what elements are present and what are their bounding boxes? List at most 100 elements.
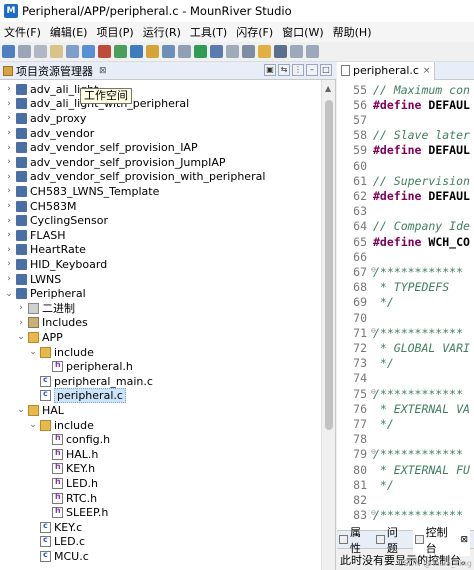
tree-item[interactable]: ⌄ APP bbox=[0, 330, 63, 345]
chevron-right-icon[interactable]: › bbox=[4, 186, 14, 196]
bottom-tab[interactable]: 问题 bbox=[375, 524, 409, 556]
minimize-icon[interactable]: – bbox=[306, 64, 318, 76]
chevron-down-icon[interactable]: ⌄ bbox=[16, 405, 26, 415]
view-menu-icon[interactable]: ⋮ bbox=[292, 64, 304, 76]
tree-item[interactable]: › HID_Keyboard bbox=[0, 257, 107, 272]
menu-edit[interactable]: 编辑(E) bbox=[50, 24, 88, 40]
chevron-right-icon[interactable]: › bbox=[4, 143, 14, 153]
maximize-icon[interactable]: □ bbox=[320, 64, 332, 76]
code-editor[interactable]: 55 // Maximum con 56 #define DEFAUL 57 58 // S… bbox=[337, 80, 474, 530]
menu-flash[interactable]: 闪存(F) bbox=[236, 24, 273, 40]
menu-project[interactable]: 项目(P) bbox=[96, 24, 133, 40]
tree-item[interactable]: › adv_vendor_self_provision_JumpIAP bbox=[0, 155, 225, 170]
tree-item[interactable]: › CH583_LWNS_Template bbox=[0, 184, 159, 199]
target-icon[interactable] bbox=[162, 45, 175, 58]
fold-toggle-icon[interactable]: ⊖ bbox=[371, 508, 376, 517]
chevron-right-icon[interactable]: › bbox=[4, 84, 14, 94]
nav-icon[interactable] bbox=[274, 45, 287, 58]
chevron-right-icon[interactable]: › bbox=[4, 172, 14, 182]
save-all-icon[interactable] bbox=[34, 45, 47, 58]
chevron-down-icon[interactable]: ⌄ bbox=[16, 332, 26, 342]
tree-item[interactable]: › CyclingSensor bbox=[0, 213, 108, 228]
back-icon[interactable] bbox=[290, 45, 303, 58]
chevron-right-icon[interactable]: › bbox=[4, 245, 14, 255]
chevron-down-icon[interactable]: ⌄ bbox=[4, 289, 14, 299]
tree-item[interactable]: ⌄ include bbox=[0, 345, 94, 360]
tree-item[interactable]: MCU.c bbox=[0, 549, 89, 564]
terminal-icon[interactable] bbox=[226, 45, 239, 58]
tree-item[interactable]: RTC.h bbox=[0, 491, 97, 506]
chevron-right-icon[interactable]: › bbox=[16, 303, 26, 313]
chevron-down-icon[interactable]: ⌄ bbox=[28, 347, 38, 357]
tree-item[interactable]: ⌄ HAL bbox=[0, 403, 64, 418]
fold-toggle-icon[interactable]: ⊖ bbox=[371, 447, 376, 456]
tree-item[interactable]: › adv_vendor bbox=[0, 126, 94, 141]
link-editor-icon[interactable]: ⇆ bbox=[278, 64, 290, 76]
menu-tools[interactable]: 工具(T) bbox=[190, 24, 227, 40]
fold-toggle-icon[interactable]: ⊖ bbox=[371, 326, 376, 335]
open-folder-icon[interactable] bbox=[50, 45, 63, 58]
debug-icon[interactable] bbox=[130, 45, 143, 58]
vertical-scrollbar[interactable]: ▲ bbox=[321, 80, 335, 570]
tree-item[interactable]: LED.h bbox=[0, 476, 98, 491]
tree-item[interactable]: config.h bbox=[0, 432, 110, 447]
step-icon[interactable] bbox=[210, 45, 223, 58]
download-icon[interactable] bbox=[114, 45, 127, 58]
scroll-up-icon[interactable]: ▲ bbox=[325, 84, 331, 93]
fold-toggle-icon[interactable]: ⊖ bbox=[371, 265, 376, 274]
chevron-right-icon[interactable]: › bbox=[4, 274, 14, 284]
close-icon[interactable]: × bbox=[423, 66, 431, 76]
chevron-right-icon[interactable]: › bbox=[16, 318, 26, 328]
chevron-down-icon[interactable]: ⌄ bbox=[28, 420, 38, 430]
stop-icon[interactable] bbox=[98, 45, 111, 58]
editor-tab-peripheral-c[interactable]: peripheral.c × bbox=[337, 61, 436, 80]
scrollbar-thumb[interactable] bbox=[325, 100, 333, 430]
save-icon[interactable] bbox=[18, 45, 31, 58]
close-icon[interactable]: ⊠ bbox=[99, 66, 107, 76]
tree-item[interactable]: ⌄ Peripheral bbox=[0, 286, 85, 301]
tree-item[interactable]: › CH583M bbox=[0, 199, 76, 214]
chevron-right-icon[interactable]: › bbox=[4, 216, 14, 226]
close-icon[interactable]: ⊠ bbox=[460, 535, 468, 545]
chevron-right-icon[interactable]: › bbox=[4, 259, 14, 269]
tree-item[interactable]: › adv_vendor_self_provision_IAP bbox=[0, 140, 197, 155]
chevron-right-icon[interactable]: › bbox=[4, 230, 14, 240]
tree-item[interactable]: peripheral.c bbox=[0, 388, 126, 404]
tree-item[interactable]: › adv_vendor_self_provision_with_peripher… bbox=[0, 170, 265, 185]
tree-item[interactable]: › Includes bbox=[0, 316, 88, 331]
menu-run[interactable]: 运行(R) bbox=[143, 24, 181, 40]
menu-help[interactable]: 帮助(H) bbox=[333, 24, 372, 40]
chevron-right-icon[interactable]: › bbox=[4, 128, 14, 138]
build-icon[interactable] bbox=[66, 45, 79, 58]
tree-item[interactable]: SLEEP.h bbox=[0, 505, 108, 520]
menu-window[interactable]: 窗口(W) bbox=[282, 24, 323, 40]
pin-icon[interactable] bbox=[258, 45, 271, 58]
tree-item[interactable]: HAL.h bbox=[0, 447, 98, 462]
chevron-right-icon[interactable]: › bbox=[4, 113, 14, 123]
project-explorer-tab[interactable]: 项目资源管理器 ⊠ ▣ ⇆ ⋮ – □ bbox=[0, 62, 336, 80]
settings-icon[interactable] bbox=[178, 45, 191, 58]
tree-item[interactable]: › adv_proxy bbox=[0, 111, 86, 126]
tree-item[interactable]: KEY.c bbox=[0, 520, 82, 535]
flash-icon[interactable] bbox=[146, 45, 159, 58]
tree-item[interactable]: › 二进制 bbox=[0, 301, 75, 316]
run-icon[interactable] bbox=[194, 45, 207, 58]
tree-item[interactable]: › HeartRate bbox=[0, 243, 86, 258]
tree-item[interactable]: LED.c bbox=[0, 535, 85, 550]
tree-item[interactable]: › FLASH bbox=[0, 228, 65, 243]
chevron-right-icon[interactable]: › bbox=[4, 157, 14, 167]
forward-icon[interactable] bbox=[306, 45, 319, 58]
tree-item[interactable]: › LWNS bbox=[0, 272, 61, 287]
tree-item[interactable]: KEY.h bbox=[0, 462, 95, 477]
rebuild-icon[interactable] bbox=[82, 45, 95, 58]
tree-item[interactable]: peripheral_main.c bbox=[0, 374, 153, 389]
chevron-right-icon[interactable]: › bbox=[4, 201, 14, 211]
menu-file[interactable]: 文件(F) bbox=[4, 24, 41, 40]
bottom-tab[interactable]: 属性 bbox=[339, 524, 372, 556]
search-icon[interactable] bbox=[242, 45, 255, 58]
chevron-right-icon[interactable]: › bbox=[4, 99, 14, 109]
tree-item[interactable]: peripheral.h bbox=[0, 359, 133, 374]
fold-toggle-icon[interactable]: ⊖ bbox=[371, 387, 376, 396]
collapse-all-icon[interactable]: ▣ bbox=[264, 64, 276, 76]
bottom-tab[interactable]: 控制台 ⊠ bbox=[412, 523, 470, 556]
